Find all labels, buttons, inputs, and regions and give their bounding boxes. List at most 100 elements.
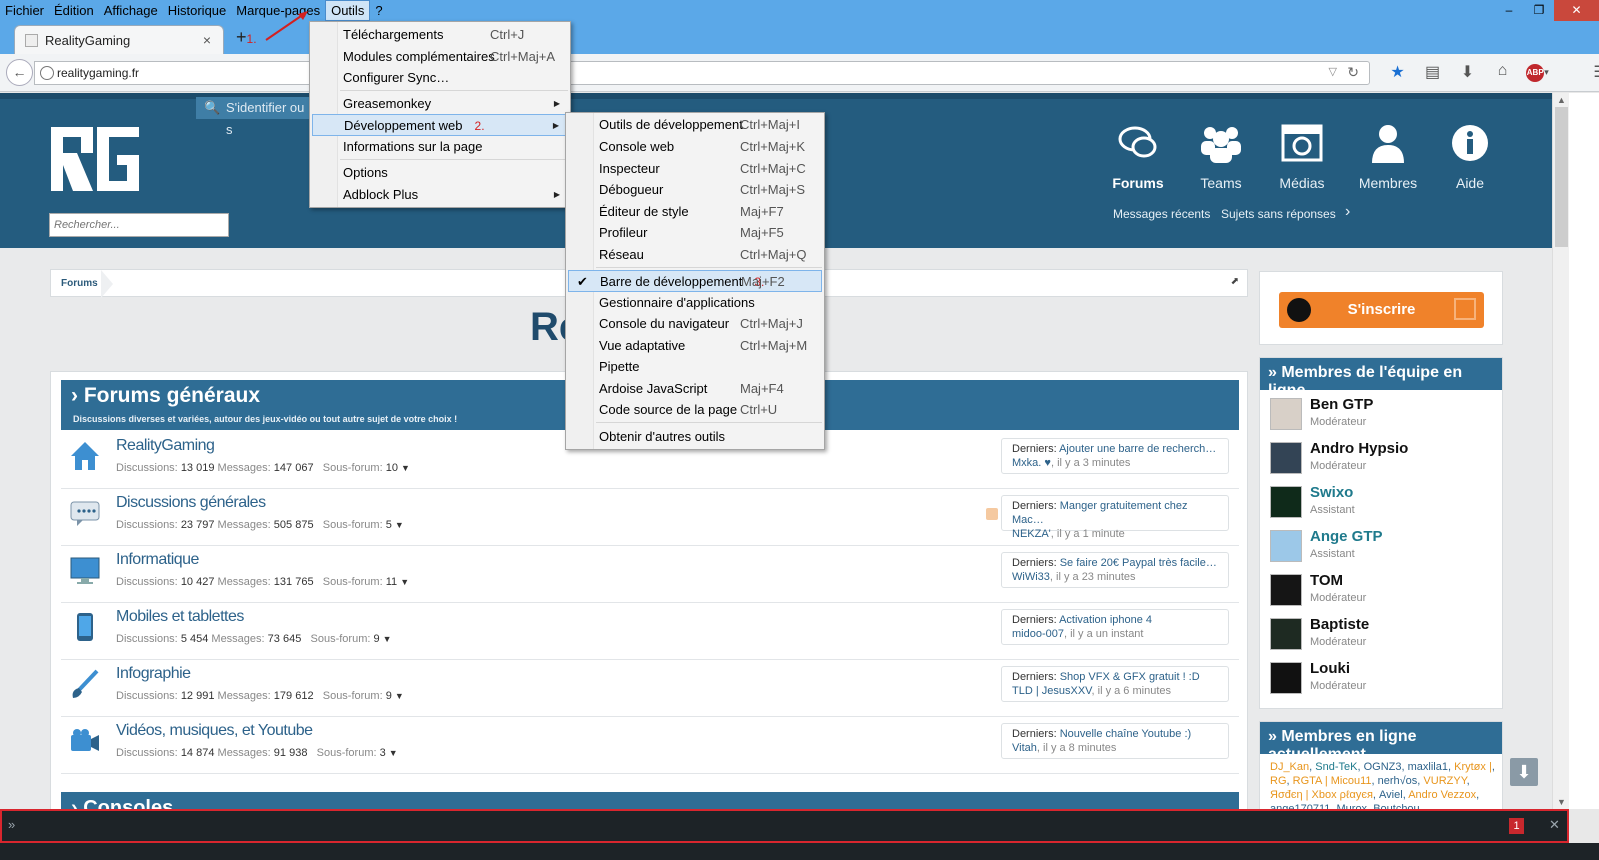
breadcrumb-forums[interactable]: Forums bbox=[61, 278, 98, 289]
menu-item-console-web[interactable]: Console web Ctrl+Maj+K bbox=[568, 136, 822, 158]
last-post-user[interactable]: NEKZA' bbox=[1012, 528, 1051, 540]
subforum-dropdown-icon[interactable]: ▼ bbox=[389, 748, 398, 758]
download-icon[interactable]: ⬇ bbox=[1450, 62, 1485, 82]
rss-icon[interactable] bbox=[986, 508, 998, 520]
subforum-dropdown-icon[interactable]: ▼ bbox=[395, 691, 404, 701]
menu-item-telechargements[interactable]: Téléchargements Ctrl+J bbox=[312, 24, 568, 46]
subnav-next-icon[interactable]: › bbox=[1345, 203, 1350, 221]
nav-teams[interactable]: Teams bbox=[1181, 121, 1261, 191]
nav-aide[interactable]: Aide bbox=[1430, 121, 1510, 191]
menu-item-profileur[interactable]: Profileur Maj+F5 bbox=[568, 222, 822, 244]
devbar-command-input[interactable] bbox=[26, 815, 1426, 837]
menu-edition[interactable]: Édition bbox=[49, 0, 99, 21]
search-input[interactable] bbox=[49, 213, 229, 237]
menu-historique[interactable]: Historique bbox=[163, 0, 232, 21]
subforum-dropdown-icon[interactable]: ▼ bbox=[400, 577, 409, 587]
avatar[interactable] bbox=[1270, 618, 1302, 650]
nav-membres[interactable]: Membres bbox=[1348, 121, 1428, 191]
menu-outils[interactable]: Outils bbox=[325, 0, 371, 21]
hamburger-menu-icon[interactable]: ☰ bbox=[1583, 62, 1599, 82]
menu-item-editeur-de-style[interactable]: Éditeur de style Maj+F7 bbox=[568, 201, 822, 223]
menu-item-reseau[interactable]: Réseau Ctrl+Maj+Q bbox=[568, 244, 822, 266]
avatar[interactable] bbox=[1270, 398, 1302, 430]
forum-name[interactable]: RealityGaming bbox=[116, 437, 215, 455]
member-name[interactable]: Louki bbox=[1310, 660, 1350, 677]
online-user[interactable]: nerh√os bbox=[1378, 775, 1418, 787]
menu-item-modules-complementaires[interactable]: Modules complémentaires Ctrl+Maj+A bbox=[312, 46, 568, 68]
forum-name[interactable]: Mobiles et tablettes bbox=[116, 608, 244, 626]
avatar[interactable] bbox=[1270, 442, 1302, 474]
online-user[interactable]: Aviel bbox=[1379, 789, 1403, 801]
staff-member[interactable]: Swixo Assistant bbox=[1270, 484, 1490, 524]
avatar[interactable] bbox=[1270, 662, 1302, 694]
staff-member[interactable]: TOM Modérateur bbox=[1270, 572, 1490, 612]
bookmark-star-icon[interactable]: ★ bbox=[1380, 62, 1415, 82]
error-count-badge[interactable]: 1 bbox=[1509, 818, 1524, 834]
menu-fichier[interactable]: Fichier bbox=[0, 0, 49, 21]
menu-item-obtenir-d-autres-outils[interactable]: Obtenir d'autres outils bbox=[568, 426, 822, 448]
menu-item-inspecteur[interactable]: Inspecteur Ctrl+Maj+C bbox=[568, 158, 822, 180]
reload-icon[interactable]: ↻ bbox=[1347, 64, 1359, 81]
url-input[interactable] bbox=[57, 64, 1257, 82]
staff-member[interactable]: Ben GTP Modérateur bbox=[1270, 396, 1490, 436]
last-post-link[interactable]: Activation iphone 4 bbox=[1059, 614, 1152, 626]
scroll-to-top-button[interactable]: ⬇ bbox=[1510, 758, 1538, 786]
online-user[interactable]: Andro Vezzox bbox=[1408, 789, 1476, 801]
menu-item-greasemonkey[interactable]: Greasemonkey ▶ bbox=[312, 93, 568, 115]
menu-item-barre-de-developpement[interactable]: ✔ Barre de développement 3. Maj+F2 bbox=[568, 270, 822, 292]
restore-button[interactable]: ❐ bbox=[1524, 0, 1554, 21]
avatar[interactable] bbox=[1270, 574, 1302, 606]
member-name[interactable]: Ben GTP bbox=[1310, 396, 1373, 413]
staff-member[interactable]: Baptiste Modérateur bbox=[1270, 616, 1490, 656]
member-name[interactable]: TOM bbox=[1310, 572, 1343, 589]
menu-item-adblock-plus[interactable]: Adblock Plus ▶ bbox=[312, 184, 568, 206]
forum-name[interactable]: Informatique bbox=[116, 551, 199, 569]
scroll-thumb[interactable] bbox=[1555, 107, 1568, 247]
subforum-dropdown-icon[interactable]: ▼ bbox=[395, 520, 404, 530]
online-user[interactable]: maxlila1 bbox=[1408, 761, 1448, 773]
last-post-link[interactable]: Nouvelle chaîne Youtube :) bbox=[1060, 728, 1192, 740]
url-dropdown-icon[interactable]: ▽ bbox=[1329, 65, 1337, 78]
online-user[interactable]: RG bbox=[1270, 775, 1287, 787]
menu-item-gestionnaire-d-applications[interactable]: Gestionnaire d'applications bbox=[568, 292, 822, 314]
subnav-unanswered[interactable]: Sujets sans réponses bbox=[1221, 207, 1336, 221]
menu-item-outils-de-developpement[interactable]: Outils de développement Ctrl+Maj+I bbox=[568, 114, 822, 136]
staff-member[interactable]: Louki Modérateur bbox=[1270, 660, 1490, 700]
new-tab-button[interactable]: +1. bbox=[236, 27, 257, 48]
online-user[interactable]: RGTA | Micou11 bbox=[1293, 775, 1372, 787]
last-post-link[interactable]: Ajouter une barre de recherch… bbox=[1059, 443, 1216, 455]
signup-button[interactable]: S'inscrire bbox=[1279, 292, 1484, 328]
last-post-user[interactable]: WiWi33 bbox=[1012, 571, 1050, 583]
online-user[interactable]: Krytøx | bbox=[1454, 761, 1492, 773]
last-post-user[interactable]: TLD | JesusXXV bbox=[1012, 685, 1092, 697]
online-user[interactable]: Яσđєη | Xbox ρℓαуєя bbox=[1270, 789, 1373, 801]
menu-item-console-du-navigateur[interactable]: Console du navigateur Ctrl+Maj+J bbox=[568, 313, 822, 335]
category-header-consoles[interactable]: › Consoles bbox=[61, 792, 1239, 809]
forum-name[interactable]: Infographie bbox=[116, 665, 191, 683]
online-user[interactable]: OGNZ3 bbox=[1364, 761, 1402, 773]
subforum-dropdown-icon[interactable]: ▼ bbox=[401, 463, 410, 473]
subforum-dropdown-icon[interactable]: ▼ bbox=[383, 634, 392, 644]
subnav-recent-messages[interactable]: Messages récents bbox=[1113, 207, 1210, 221]
bookmarks-list-icon[interactable]: ▤ bbox=[1415, 62, 1450, 82]
online-user[interactable]: VURZYY bbox=[1423, 775, 1466, 787]
menu-item-configurer-sync[interactable]: Configurer Sync… bbox=[312, 67, 568, 89]
menu-item-pipette[interactable]: Pipette bbox=[568, 356, 822, 378]
scroll-down-icon[interactable]: ▼ bbox=[1557, 797, 1566, 807]
member-name[interactable]: Swixo bbox=[1310, 484, 1353, 501]
member-name[interactable]: Baptiste bbox=[1310, 616, 1369, 633]
tab-realitygaming[interactable]: RealityGaming × bbox=[14, 25, 224, 54]
home-icon[interactable]: ⌂ bbox=[1485, 62, 1520, 82]
nav-forums[interactable]: Forums bbox=[1098, 121, 1178, 191]
staff-member[interactable]: Ange GTP Assistant bbox=[1270, 528, 1490, 568]
menu-item-ardoise-javascript[interactable]: Ardoise JavaScript Maj+F4 bbox=[568, 378, 822, 400]
last-post-user[interactable]: Vitah bbox=[1012, 742, 1037, 754]
menu-item-informations-sur-la-page[interactable]: Informations sur la page bbox=[312, 136, 568, 158]
forum-name[interactable]: Vidéos, musiques, et Youtube bbox=[116, 722, 313, 740]
online-user[interactable]: DJ_Kan bbox=[1270, 761, 1309, 773]
url-bar[interactable]: ▽ ↻ bbox=[34, 61, 1370, 85]
back-button[interactable]: ← bbox=[6, 59, 33, 86]
menu-affichage[interactable]: Affichage bbox=[99, 0, 163, 21]
last-post-user[interactable]: midoo-007 bbox=[1012, 628, 1064, 640]
menu-item-vue-adaptative[interactable]: Vue adaptative Ctrl+Maj+M bbox=[568, 335, 822, 357]
